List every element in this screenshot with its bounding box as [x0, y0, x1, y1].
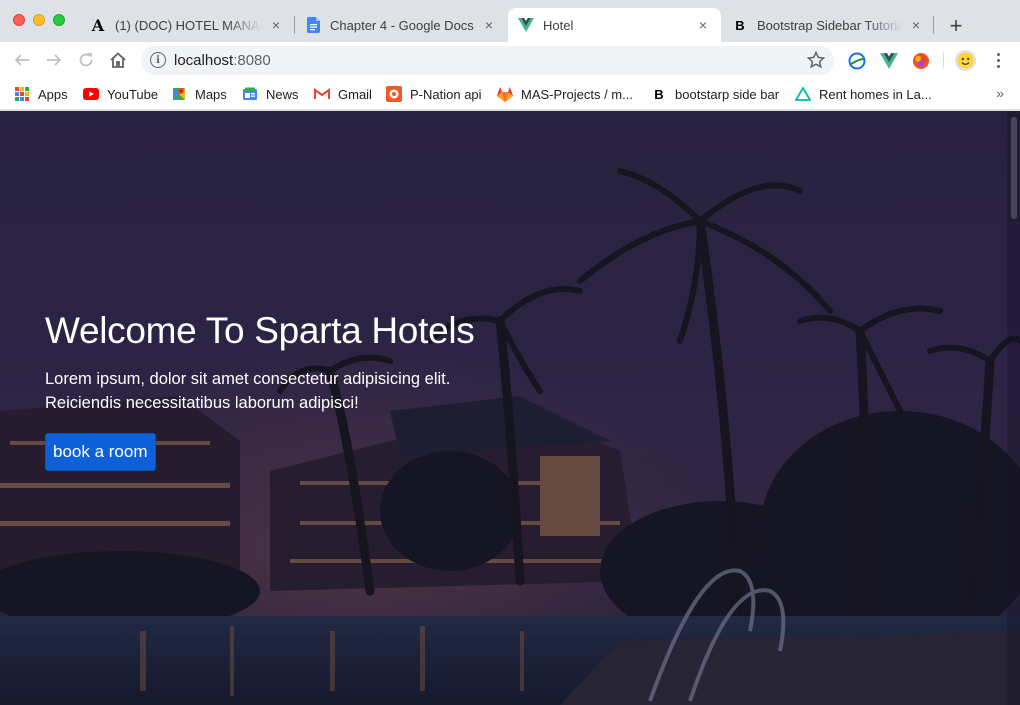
- tab-google-docs[interactable]: Chapter 4 - Google Docs ×: [295, 8, 507, 42]
- tab-title: Chapter 4 - Google Docs: [330, 17, 474, 33]
- url-text[interactable]: localhost:8080: [174, 52, 271, 69]
- bookmark-label: P-Nation api: [410, 86, 482, 102]
- bookmark-star-icon[interactable]: [806, 50, 826, 70]
- bookmark-label: News: [266, 86, 299, 102]
- close-tab-icon[interactable]: ×: [695, 17, 711, 33]
- tab-title: Bootstrap Sidebar Tutorial: [757, 17, 902, 33]
- triangle-icon: [795, 86, 811, 102]
- hero-lead-line-1: Lorem ipsum, dolor sit amet consectetur …: [45, 370, 451, 388]
- extension-vue-devtools-icon[interactable]: [879, 51, 899, 71]
- bootstrap-icon: B: [654, 86, 664, 102]
- bookmark-mas-projects[interactable]: MAS-Projects / m...: [497, 84, 633, 104]
- profile-emoji-icon: [957, 52, 974, 69]
- scrollbar-thumb[interactable]: [1011, 117, 1017, 219]
- address-bar[interactable]: i localhost:8080: [141, 46, 834, 75]
- gmail-icon: [314, 86, 330, 102]
- close-window-button[interactable]: [13, 14, 25, 26]
- tab-academia[interactable]: A (1) (DOC) HOTEL MANAGEMENT SYSTEM ×: [80, 8, 294, 42]
- home-button[interactable]: [106, 48, 130, 72]
- tab-hotel[interactable]: Hotel ×: [508, 8, 721, 42]
- academia-icon: A: [91, 15, 105, 35]
- bookmark-apps[interactable]: Apps: [14, 84, 68, 104]
- site-info-icon[interactable]: i: [150, 52, 166, 68]
- bookmark-label: Maps: [195, 86, 227, 102]
- profile-avatar[interactable]: [955, 50, 976, 71]
- book-room-button[interactable]: book a room: [45, 433, 156, 471]
- new-tab-button[interactable]: +: [944, 13, 968, 38]
- forward-button[interactable]: [42, 48, 66, 72]
- bookmark-maps[interactable]: Maps: [171, 84, 227, 104]
- bookmark-news[interactable]: News: [242, 84, 299, 104]
- bookmark-label: Apps: [38, 86, 68, 102]
- apps-grid-icon: [14, 86, 30, 102]
- close-tab-icon[interactable]: ×: [268, 17, 284, 33]
- bookmark-youtube[interactable]: YouTube: [83, 84, 158, 104]
- hero-lead-text: Lorem ipsum, dolor sit amet consectetur …: [45, 367, 465, 415]
- bookmark-label: MAS-Projects / m...: [521, 86, 633, 102]
- bookmark-rent-homes[interactable]: Rent homes in La...: [795, 84, 932, 104]
- gitlab-icon: [497, 86, 513, 102]
- toolbar-divider: [943, 52, 944, 68]
- tab-bootstrap-sidebar[interactable]: B Bootstrap Sidebar Tutorial ×: [722, 8, 934, 42]
- google-docs-icon: [305, 17, 321, 33]
- tab-strip: A (1) (DOC) HOTEL MANAGEMENT SYSTEM × Ch…: [0, 0, 1020, 42]
- bookmark-label: Rent homes in La...: [819, 86, 932, 102]
- back-arrow-icon: [14, 54, 29, 66]
- hero-lead-line-2: Reiciendis necessitatibus laborum adipis…: [45, 394, 359, 412]
- bookmark-gmail[interactable]: Gmail: [314, 84, 372, 104]
- bookmark-bootstarp-side-bar[interactable]: B bootstarp side bar: [651, 84, 779, 104]
- extension-colorful-icon[interactable]: [911, 51, 931, 71]
- url-host: localhost: [174, 52, 234, 69]
- vue-icon: [518, 17, 534, 33]
- tab-title: (1) (DOC) HOTEL MANAGEMENT SYSTEM: [115, 17, 262, 33]
- bookmarks-bar: Apps YouTube Maps News Gmail P-Nation ap…: [0, 78, 1020, 110]
- page-viewport: Welcome To Sparta Hotels Lorem ipsum, do…: [0, 111, 1020, 705]
- bookmark-label: bootstarp side bar: [675, 86, 780, 102]
- postman-icon: [386, 86, 402, 102]
- reload-icon: [79, 53, 93, 67]
- more-bookmarks-button[interactable]: »: [996, 85, 1004, 101]
- maps-icon: [171, 86, 187, 102]
- tab-separator: [933, 16, 934, 34]
- hero-section: Welcome To Sparta Hotels Lorem ipsum, do…: [45, 309, 475, 471]
- minimize-window-button[interactable]: [33, 14, 45, 26]
- bookmark-label: Gmail: [338, 86, 372, 102]
- hero-title: Welcome To Sparta Hotels: [45, 310, 475, 351]
- youtube-icon: [83, 86, 99, 102]
- back-button[interactable]: [10, 48, 34, 72]
- browser-menu-icon[interactable]: [988, 50, 1008, 70]
- bookmark-p-nation-api[interactable]: P-Nation api: [386, 84, 482, 104]
- bookmark-label: YouTube: [107, 86, 159, 102]
- close-tab-icon[interactable]: ×: [908, 17, 924, 33]
- bootstrap-icon: B: [735, 17, 745, 33]
- browser-toolbar: i localhost:8080: [0, 42, 1020, 78]
- news-icon: [242, 86, 258, 102]
- reload-button[interactable]: [74, 48, 98, 72]
- url-port: :8080: [233, 52, 271, 69]
- home-icon: [110, 52, 126, 68]
- tab-title: Hotel: [543, 17, 574, 33]
- page-scrollbar[interactable]: [1007, 111, 1020, 705]
- extension-lighthouse-icon[interactable]: [847, 51, 867, 71]
- fullscreen-window-button[interactable]: [53, 14, 65, 26]
- close-tab-icon[interactable]: ×: [481, 17, 497, 33]
- forward-arrow-icon: [47, 54, 62, 66]
